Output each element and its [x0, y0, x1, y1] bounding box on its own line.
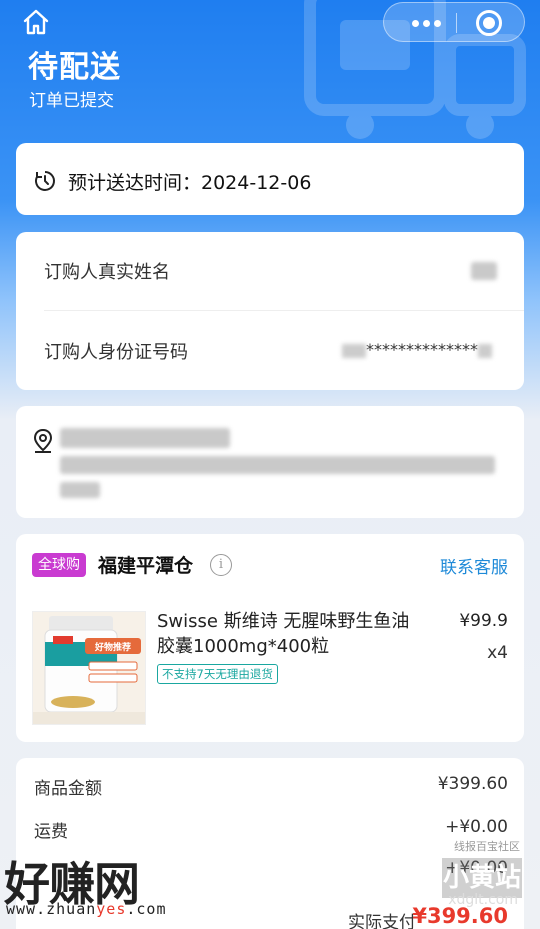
shipping-value: +¥0.00 — [445, 817, 508, 837]
location-pin-icon — [33, 428, 53, 453]
shipping-label: 运费 — [34, 822, 68, 842]
more-icon[interactable] — [398, 3, 454, 43]
watermark-url-prefix: www.zhuan — [6, 900, 97, 918]
goods-amount-label: 商品金额 — [34, 779, 102, 799]
buyer-info-card: 订购人真实姓名 订购人身份证号码 ************** — [16, 232, 524, 390]
buyer-id-value: ************** — [342, 340, 492, 359]
watermark-right-url: xdglt.com — [448, 892, 518, 908]
warehouse-name: 福建平潭仓 — [98, 555, 194, 577]
shipping-row: 运费 +¥0.00 — [34, 817, 508, 847]
product-title[interactable]: Swisse 斯维诗 无腥味野生鱼油胶囊1000mg*400粒 — [157, 609, 417, 659]
delivery-eta-card: 预计送达时间：2024-12-06 — [16, 143, 524, 215]
order-status-subtitle: 订单已提交 — [29, 91, 114, 111]
goods-card: 全球购 福建平潭仓 i 联系客服 好物推荐 Swisse 斯维诗 无腥味野生鱼油… — [16, 534, 524, 742]
address-card[interactable] — [16, 406, 524, 518]
no-return-tag: 不支持7天无理由退货 — [157, 664, 278, 684]
mini-program-capsule — [383, 2, 525, 42]
address-contact-redacted — [60, 428, 230, 448]
product-image[interactable]: 好物推荐 — [32, 611, 146, 725]
goods-amount-value: ¥399.60 — [437, 774, 508, 794]
buyer-name-row[interactable]: 订购人真实姓名 — [16, 232, 524, 310]
delivery-eta-text: 预计送达时间：2024-12-06 — [68, 172, 312, 194]
buyer-id-masked: ************** — [366, 340, 478, 359]
watermark-right-caption: 线报百宝社区 — [454, 840, 520, 853]
home-icon[interactable] — [22, 8, 50, 36]
global-purchase-badge: 全球购 — [32, 553, 86, 577]
buyer-id-label: 订购人身份证号码 — [44, 342, 188, 363]
capsule-divider — [456, 13, 457, 33]
buyer-name-label: 订购人真实姓名 — [44, 262, 170, 283]
product-quantity: x4 — [487, 643, 508, 663]
close-target-icon[interactable] — [476, 10, 502, 36]
watermark-url-highlight: yes — [96, 900, 127, 918]
product-promo-label: 好物推荐 — [94, 641, 131, 653]
buyer-name-redacted — [471, 262, 497, 280]
contact-service-link[interactable]: 联系客服 — [440, 553, 508, 578]
product-price: ¥99.9 — [459, 611, 508, 631]
address-line-redacted — [60, 456, 495, 474]
total-paid-label: 实际支付 — [348, 913, 416, 929]
info-icon[interactable]: i — [210, 554, 232, 576]
clock-icon — [35, 171, 55, 191]
buyer-id-row[interactable]: 订购人身份证号码 ************** — [16, 312, 524, 390]
goods-amount-row: 商品金额 ¥399.60 — [34, 774, 508, 804]
watermark-url: www.zhuanyes.com — [6, 900, 167, 918]
watermark-url-suffix: .com — [126, 900, 167, 918]
fish-oil-bottle-image: 好物推荐 — [33, 612, 145, 724]
address-line2-redacted — [60, 482, 100, 498]
order-status-title: 待配送 — [28, 50, 121, 85]
row-divider — [44, 310, 524, 311]
